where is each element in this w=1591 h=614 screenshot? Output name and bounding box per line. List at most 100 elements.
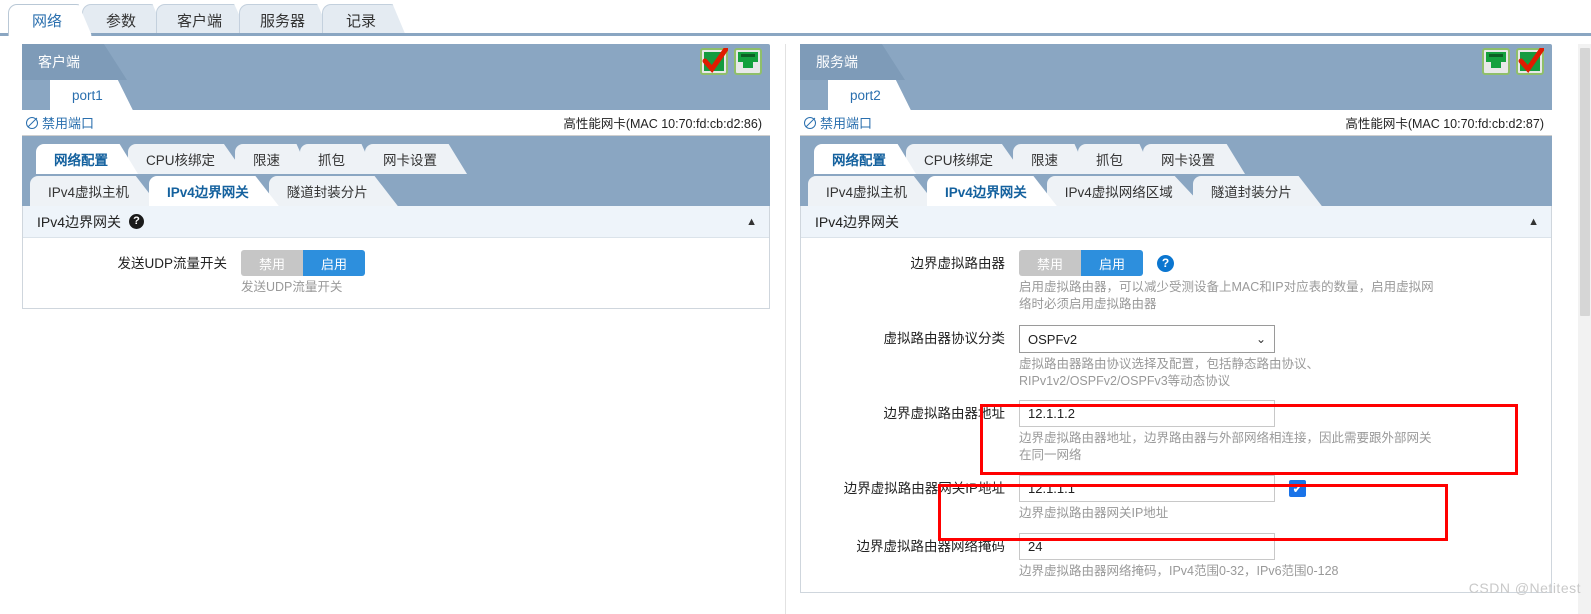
client-status-icons	[700, 46, 762, 75]
help-icon[interactable]: ?	[129, 214, 145, 229]
border-virtual-router-hint: 启用虚拟路由器，可以减少受测设备上MAC和IP对应表的数量，启用虚拟网络时必须启…	[1019, 280, 1434, 311]
client-disable-port-link[interactable]: 禁用端口	[26, 113, 94, 132]
server-subtab-ipv4-virtual-network-zone[interactable]: IPv4虚拟网络区域	[1046, 176, 1203, 206]
server-port-row: port2	[800, 80, 1552, 110]
border-router-netmask-control: 边界虚拟路由器网络掩码，IPv4范围0-32，IPv6范围0-128	[1019, 533, 1551, 580]
server-tab-block: 网络配置 CPU核绑定 限速 抓包 网卡设置 IPv4虚拟主机 IPv4边界网关…	[800, 136, 1552, 206]
border-virtual-router-row: 边界虚拟路由器 禁用 启用 ? 启用虚拟路由器，可以减少受测设备上MAC和IP对…	[801, 250, 1551, 313]
ethernet-port-icon[interactable]	[1482, 48, 1510, 75]
server-disable-port-link[interactable]: 禁用端口	[804, 113, 872, 132]
border-router-netmask-row: 边界虚拟路由器网络掩码 边界虚拟路由器网络掩码，IPv4范围0-32，IPv6范…	[801, 533, 1551, 580]
client-meta-row: 禁用端口 高性能网卡(MAC 10:70:fd:cb:d2:86)	[22, 110, 770, 136]
border-router-netmask-input[interactable]	[1019, 533, 1275, 560]
server-card-body: 边界虚拟路由器 禁用 启用 ? 启用虚拟路由器，可以减少受测设备上MAC和IP对…	[801, 238, 1551, 592]
border-virtual-router-toggle-off[interactable]: 禁用	[1019, 250, 1082, 276]
tab-records-label: 记录	[346, 13, 377, 30]
collapse-caret-icon[interactable]: ▲	[746, 216, 757, 228]
server-panel: 服务端 port2 禁用端口 高性能网卡(MAC 10:70:fd:cb:d2:…	[800, 44, 1552, 593]
border-virtual-router-inline: 禁用 启用 ?	[1019, 250, 1551, 276]
client-card-body: 发送UDP流量开关 禁用 启用 发送UDP流量开关	[23, 238, 769, 308]
server-card-header-left: IPv4边界网关	[815, 212, 899, 232]
server-port-tab[interactable]: port2	[828, 80, 911, 110]
client-subtab-ipv4-border-gateway-label: IPv4边界网关	[167, 185, 249, 200]
border-router-netmask-label: 边界虚拟路由器网络掩码	[856, 539, 1006, 554]
server-subtab-nic-settings-label: 网卡设置	[1161, 153, 1216, 168]
server-subtab-capture-label: 抓包	[1096, 153, 1124, 168]
client-subtab-tunnel-fragment-label: 隧道封装分片	[286, 185, 368, 200]
panel-divider	[785, 44, 786, 614]
application-window: 网络 参数 客户端 服务器 记录 客户端 port1 禁用端口 高性能网卡(MA…	[0, 0, 1591, 614]
udp-traffic-switch-control: 禁用 启用 发送UDP流量开关	[241, 250, 769, 296]
page-scrollbar-thumb[interactable]	[1580, 48, 1590, 316]
border-router-gateway-ip-input[interactable]	[1019, 475, 1275, 502]
router-protocol-label: 虚拟路由器协议分类	[883, 331, 1006, 346]
tab-network[interactable]: 网络	[8, 4, 92, 36]
tab-client[interactable]: 客户端	[156, 4, 250, 36]
collapse-caret-icon[interactable]: ▲	[1528, 216, 1539, 228]
server-subtab-ipv4-virtual-host[interactable]: IPv4虚拟主机	[808, 176, 938, 206]
client-subtab-ipv4-virtual-host[interactable]: IPv4虚拟主机	[30, 176, 160, 206]
client-border-gateway-card: IPv4边界网关 ? ▲ 发送UDP流量开关 禁用 启用 发送UDP流量开关	[22, 206, 770, 309]
router-protocol-select-wrap: OSPFv2 ⌄	[1019, 325, 1275, 353]
client-subtab-rate-limit[interactable]: 限速	[235, 144, 311, 174]
server-subtab-rate-limit[interactable]: 限速	[1013, 144, 1089, 174]
ban-icon	[804, 116, 816, 129]
client-subtab-nic-settings[interactable]: 网卡设置	[365, 144, 468, 174]
check-badge-icon[interactable]	[700, 46, 729, 75]
client-card-header: IPv4边界网关 ? ▲	[23, 206, 769, 238]
server-panel-header: 服务端	[800, 44, 1552, 80]
server-subtab-network-config[interactable]: 网络配置	[814, 144, 916, 174]
border-router-netmask-hint: 边界虚拟路由器网络掩码，IPv4范围0-32，IPv6范围0-128	[1019, 564, 1339, 578]
tab-parameters[interactable]: 参数	[82, 4, 166, 36]
border-virtual-router-control: 禁用 启用 ? 启用虚拟路由器，可以减少受测设备上MAC和IP对应表的数量，启用…	[1019, 250, 1551, 313]
client-subtab-nic-settings-label: 网卡设置	[383, 153, 438, 168]
server-subtab-rate-limit-label: 限速	[1031, 153, 1059, 168]
client-port-tab-label: port1	[72, 87, 103, 103]
server-subtab-capture[interactable]: 抓包	[1078, 144, 1154, 174]
border-virtual-router-toggle[interactable]: 禁用 启用	[1019, 250, 1144, 276]
client-panel-header: 客户端	[22, 44, 770, 80]
udp-traffic-switch-row: 发送UDP流量开关 禁用 启用 发送UDP流量开关	[23, 250, 769, 296]
ethernet-port-icon[interactable]	[734, 48, 762, 75]
server-subtab-cpu-binding[interactable]: CPU核绑定	[906, 144, 1024, 174]
ban-icon	[26, 116, 38, 129]
border-virtual-router-toggle-on[interactable]: 启用	[1081, 250, 1144, 276]
client-panel-title: 客户端	[22, 44, 127, 80]
udp-traffic-toggle-on[interactable]: 启用	[303, 250, 366, 276]
border-router-gateway-ip-row: 边界虚拟路由器网关IP地址 ✔ 边界虚拟路由器网关IP地址	[801, 475, 1551, 522]
server-subtab-tunnel-fragment[interactable]: 隧道封装分片	[1192, 176, 1322, 206]
client-subtab-network-config-label: 网络配置	[54, 153, 108, 168]
server-meta-row: 禁用端口 高性能网卡(MAC 10:70:fd:cb:d2:87)	[800, 110, 1552, 136]
client-nic-info: 高性能网卡(MAC 10:70:fd:cb:d2:86)	[563, 117, 762, 131]
router-protocol-row: 虚拟路由器协议分类 OSPFv2 ⌄ 虚拟路由器路由协议选择及配置，包括静态路由…	[801, 325, 1551, 390]
client-subtab-network-config[interactable]: 网络配置	[36, 144, 138, 174]
border-router-gateway-ip-checkbox[interactable]: ✔	[1289, 480, 1306, 497]
client-card-header-left: IPv4边界网关 ?	[37, 212, 145, 232]
page-scrollbar-track[interactable]	[1578, 44, 1591, 614]
udp-traffic-toggle-off[interactable]: 禁用	[241, 250, 304, 276]
border-router-address-input[interactable]	[1019, 400, 1275, 427]
server-tab-row-1: 网络配置 CPU核绑定 限速 抓包 网卡设置	[800, 144, 1552, 174]
border-router-address-hint: 边界虚拟路由器地址，边界路由器与外部网络相连接，因此需要跟外部网关在同一网络	[1019, 431, 1432, 462]
router-protocol-select[interactable]: OSPFv2	[1019, 325, 1275, 353]
client-tab-block: 网络配置 CPU核绑定 限速 抓包 网卡设置 IPv4虚拟主机 IPv4边界网关…	[22, 136, 770, 206]
tab-client-label: 客户端	[177, 13, 223, 30]
border-router-gateway-ip-inline: ✔	[1019, 475, 1551, 502]
server-port-tab-label: port2	[850, 87, 881, 103]
client-disable-port-label: 禁用端口	[42, 116, 95, 131]
server-subtab-nic-settings[interactable]: 网卡设置	[1143, 144, 1246, 174]
tab-server-label: 服务器	[260, 13, 306, 30]
client-subtab-ipv4-border-gateway[interactable]: IPv4边界网关	[149, 176, 279, 206]
client-subtab-cpu-binding[interactable]: CPU核绑定	[128, 144, 246, 174]
client-subtab-capture[interactable]: 抓包	[300, 144, 376, 174]
udp-traffic-switch-label: 发送UDP流量开关	[117, 256, 227, 271]
client-subtab-tunnel-fragment[interactable]: 隧道封装分片	[268, 176, 398, 206]
tab-records[interactable]: 记录	[322, 4, 407, 36]
server-card-header: IPv4边界网关 ▲	[801, 206, 1551, 238]
server-subtab-ipv4-border-gateway[interactable]: IPv4边界网关	[927, 176, 1057, 206]
check-badge-icon[interactable]	[1516, 46, 1545, 75]
udp-traffic-toggle[interactable]: 禁用 启用	[241, 250, 366, 276]
help-icon[interactable]: ?	[1157, 254, 1175, 272]
client-port-tab[interactable]: port1	[50, 80, 133, 110]
tab-server[interactable]: 服务器	[239, 4, 333, 36]
